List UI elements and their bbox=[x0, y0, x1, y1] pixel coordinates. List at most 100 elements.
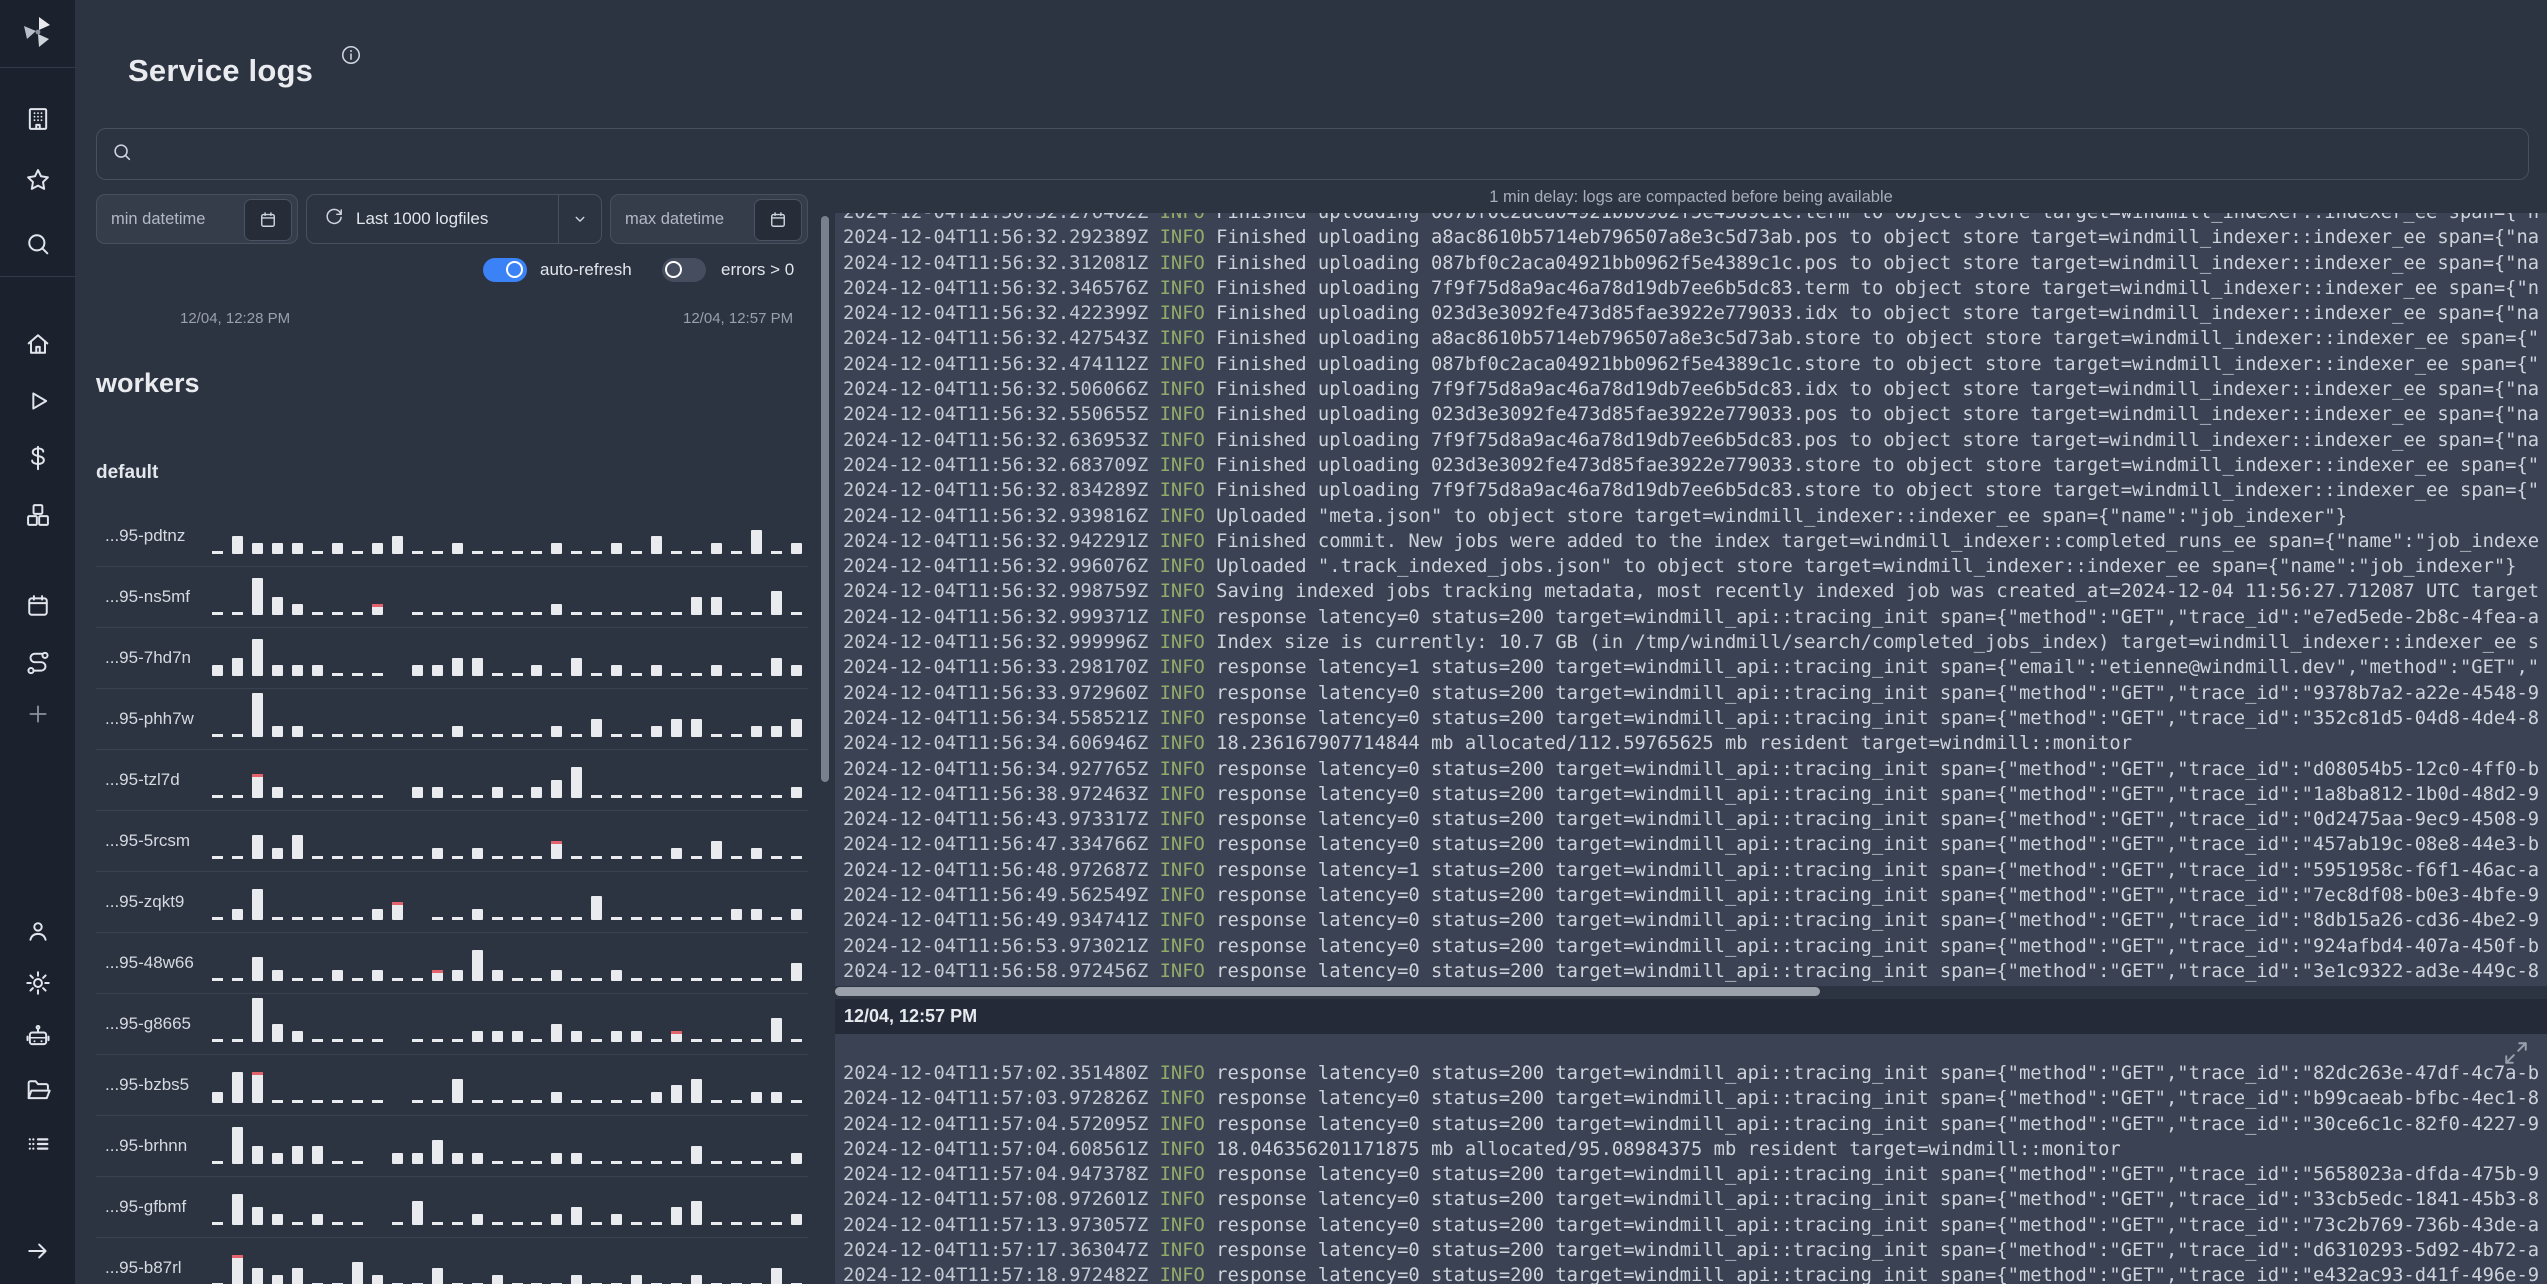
worker-activity-chart bbox=[208, 811, 806, 871]
windmill-logo[interactable] bbox=[0, 12, 75, 54]
log-line: 2024-12-04T11:56:32.422399Z INFO Finishe… bbox=[843, 303, 2540, 325]
worker-row[interactable]: ...95-bzbs5 bbox=[96, 1055, 808, 1116]
log-line: 2024-12-04T11:56:47.334766Z INFO respons… bbox=[843, 834, 2540, 856]
log-line: 2024-12-04T11:56:32.636953Z INFO Finishe… bbox=[843, 429, 2540, 451]
log-line: 2024-12-04T11:57:17.363047Z INFO respons… bbox=[843, 1240, 2540, 1262]
max-datetime-input[interactable] bbox=[611, 209, 751, 229]
log-line: 2024-12-04T11:57:03.972826Z INFO respons… bbox=[843, 1088, 2540, 1110]
log-line: 2024-12-04T11:56:34.927765Z INFO respons… bbox=[843, 758, 2540, 780]
expand-icon[interactable] bbox=[2503, 1040, 2529, 1066]
worker-row[interactable]: ...95-5rcsm bbox=[96, 811, 808, 872]
flows-route-icon[interactable] bbox=[0, 643, 75, 683]
schedules-calendar-icon[interactable] bbox=[0, 586, 75, 626]
worker-name: ...95-gfbmf bbox=[105, 1197, 187, 1216]
log-line: 2024-12-04T11:56:32.939816Z INFO Uploade… bbox=[843, 505, 2347, 527]
logfiles-button[interactable]: Last 1000 logfiles bbox=[307, 195, 558, 243]
page-title: Service logs bbox=[128, 52, 314, 88]
range-start-label: 12/04, 12:28 PM bbox=[180, 310, 291, 327]
worker-activity-chart bbox=[208, 994, 806, 1054]
folders-icon[interactable] bbox=[0, 1070, 75, 1110]
errors-toggle-label: errors > 0 bbox=[721, 260, 795, 279]
worker-row[interactable]: ...95-g8665 bbox=[96, 994, 808, 1055]
log-line: 2024-12-04T11:56:32.998759Z INFO Saving … bbox=[843, 581, 2540, 603]
log-line: 2024-12-04T11:56:32.834289Z INFO Finishe… bbox=[843, 480, 2540, 502]
search-bar bbox=[96, 128, 2529, 180]
info-icon[interactable] bbox=[340, 44, 362, 71]
log-lines-1: 2024-12-04T11:56:32.276402Z INFO Finishe… bbox=[835, 213, 2547, 984]
workers-robot-icon[interactable] bbox=[0, 1016, 75, 1056]
auto-refresh-toggle[interactable] bbox=[483, 258, 527, 282]
horizontal-scrollbar[interactable] bbox=[835, 987, 1820, 996]
log-panel-1[interactable]: 2024-12-04T11:56:32.276402Z INFO Finishe… bbox=[835, 213, 2547, 986]
worker-row[interactable]: ...95-ns5mf bbox=[96, 567, 808, 628]
log-line: 2024-12-04T11:56:32.999996Z INFO Index s… bbox=[843, 632, 2540, 654]
worker-activity-chart bbox=[208, 628, 806, 688]
errors-toggle[interactable] bbox=[662, 258, 706, 282]
worker-name: ...95-7hd7n bbox=[105, 648, 192, 667]
log-line: 2024-12-04T11:56:43.973317Z INFO respons… bbox=[843, 809, 2540, 831]
log-line: 2024-12-04T11:57:02.351480Z INFO respons… bbox=[843, 1063, 2540, 1084]
delay-notice: 1 min delay: logs are compacted before b… bbox=[1489, 188, 1893, 206]
search-nav-icon[interactable] bbox=[0, 224, 75, 264]
log-line: 2024-12-04T11:56:49.562549Z INFO respons… bbox=[843, 885, 2540, 907]
log-line: 2024-12-04T11:57:18.972482Z INFO respons… bbox=[843, 1265, 2540, 1284]
log-line: 2024-12-04T11:57:04.947378Z INFO respons… bbox=[843, 1164, 2540, 1186]
worker-row[interactable]: ...95-tzl7d bbox=[96, 750, 808, 811]
worker-row[interactable]: ...95-7hd7n bbox=[96, 628, 808, 689]
log-line: 2024-12-04T11:56:53.973021Z INFO respons… bbox=[843, 935, 2540, 957]
worker-rows: ...95-pdtnz ...95-ns5mf ...95-7hd7n ...95-p… bbox=[96, 506, 808, 1284]
settings-gear-icon[interactable] bbox=[0, 963, 75, 1003]
workspace-icon[interactable] bbox=[0, 99, 75, 139]
log-line: 2024-12-04T11:56:32.506066Z INFO Finishe… bbox=[843, 379, 2540, 401]
log-panel-2[interactable]: 2024-12-04T11:57:02.351480Z INFO respons… bbox=[835, 1034, 2547, 1284]
resources-boxes-icon[interactable] bbox=[0, 495, 75, 535]
min-datetime-field bbox=[96, 194, 298, 244]
user-icon[interactable] bbox=[0, 911, 75, 951]
log-line: 2024-12-04T11:56:33.298170Z INFO respons… bbox=[843, 657, 2540, 679]
worker-name: ...95-zqkt9 bbox=[105, 892, 185, 911]
variables-dollar-icon[interactable] bbox=[0, 438, 75, 478]
worker-name: ...95-phh7w bbox=[105, 709, 194, 728]
worker-row[interactable]: ...95-b87rl bbox=[96, 1238, 808, 1284]
logfiles-dropdown: Last 1000 logfiles bbox=[306, 194, 602, 244]
worker-row[interactable]: ...95-pdtnz bbox=[96, 506, 808, 567]
collapse-arrow-right-icon[interactable] bbox=[0, 1231, 75, 1271]
sidebar-divider bbox=[0, 67, 75, 68]
log-section-header-label: 12/04, 12:57 PM bbox=[844, 1006, 978, 1026]
log-line: 2024-12-04T11:56:32.292389Z INFO Finishe… bbox=[843, 227, 2540, 249]
max-datetime-field bbox=[610, 194, 808, 244]
worker-name: ...95-ns5mf bbox=[105, 587, 191, 606]
worker-name: ...95-brhnn bbox=[105, 1136, 188, 1155]
worker-name: ...95-tzl7d bbox=[105, 770, 180, 789]
search-input[interactable] bbox=[143, 143, 2514, 165]
worker-activity-chart bbox=[208, 506, 806, 566]
worker-activity-chart bbox=[208, 1116, 806, 1176]
add-plus-icon[interactable] bbox=[0, 694, 75, 734]
log-line: 2024-12-04T11:56:38.972463Z INFO respons… bbox=[843, 783, 2540, 805]
worker-row[interactable]: ...95-brhnn bbox=[96, 1116, 808, 1177]
search-icon bbox=[111, 141, 133, 168]
log-line: 2024-12-04T11:57:08.972601Z INFO respons… bbox=[843, 1189, 2540, 1211]
worker-name: ...95-b87rl bbox=[105, 1258, 182, 1277]
worker-row[interactable]: ...95-phh7w bbox=[96, 689, 808, 750]
home-icon[interactable] bbox=[0, 324, 75, 364]
worker-row[interactable]: ...95-48w66 bbox=[96, 933, 808, 994]
min-datetime-calendar-button[interactable] bbox=[244, 199, 292, 241]
vertical-scrollbar[interactable] bbox=[821, 216, 829, 782]
max-datetime-calendar-button[interactable] bbox=[754, 199, 802, 241]
log-line: 2024-12-04T11:56:32.312081Z INFO Finishe… bbox=[843, 252, 2540, 274]
log-line: 2024-12-04T11:56:34.606946Z INFO 18.2361… bbox=[843, 733, 2133, 755]
refresh-icon bbox=[323, 206, 344, 232]
min-datetime-input[interactable] bbox=[97, 209, 241, 229]
worker-group-name: default bbox=[96, 462, 159, 483]
worker-activity-chart bbox=[208, 689, 806, 749]
worker-name: ...95-g8665 bbox=[105, 1014, 192, 1033]
favorites-star-icon[interactable] bbox=[0, 160, 75, 200]
logfiles-chevron-button[interactable] bbox=[558, 195, 601, 243]
worker-row[interactable]: ...95-gfbmf bbox=[96, 1177, 808, 1238]
sidebar-divider bbox=[0, 276, 75, 277]
log-line: 2024-12-04T11:56:48.972687Z INFO respons… bbox=[843, 859, 2540, 881]
worker-row[interactable]: ...95-zqkt9 bbox=[96, 872, 808, 933]
logs-list-icon[interactable] bbox=[0, 1124, 75, 1164]
runs-play-icon[interactable] bbox=[0, 381, 75, 421]
